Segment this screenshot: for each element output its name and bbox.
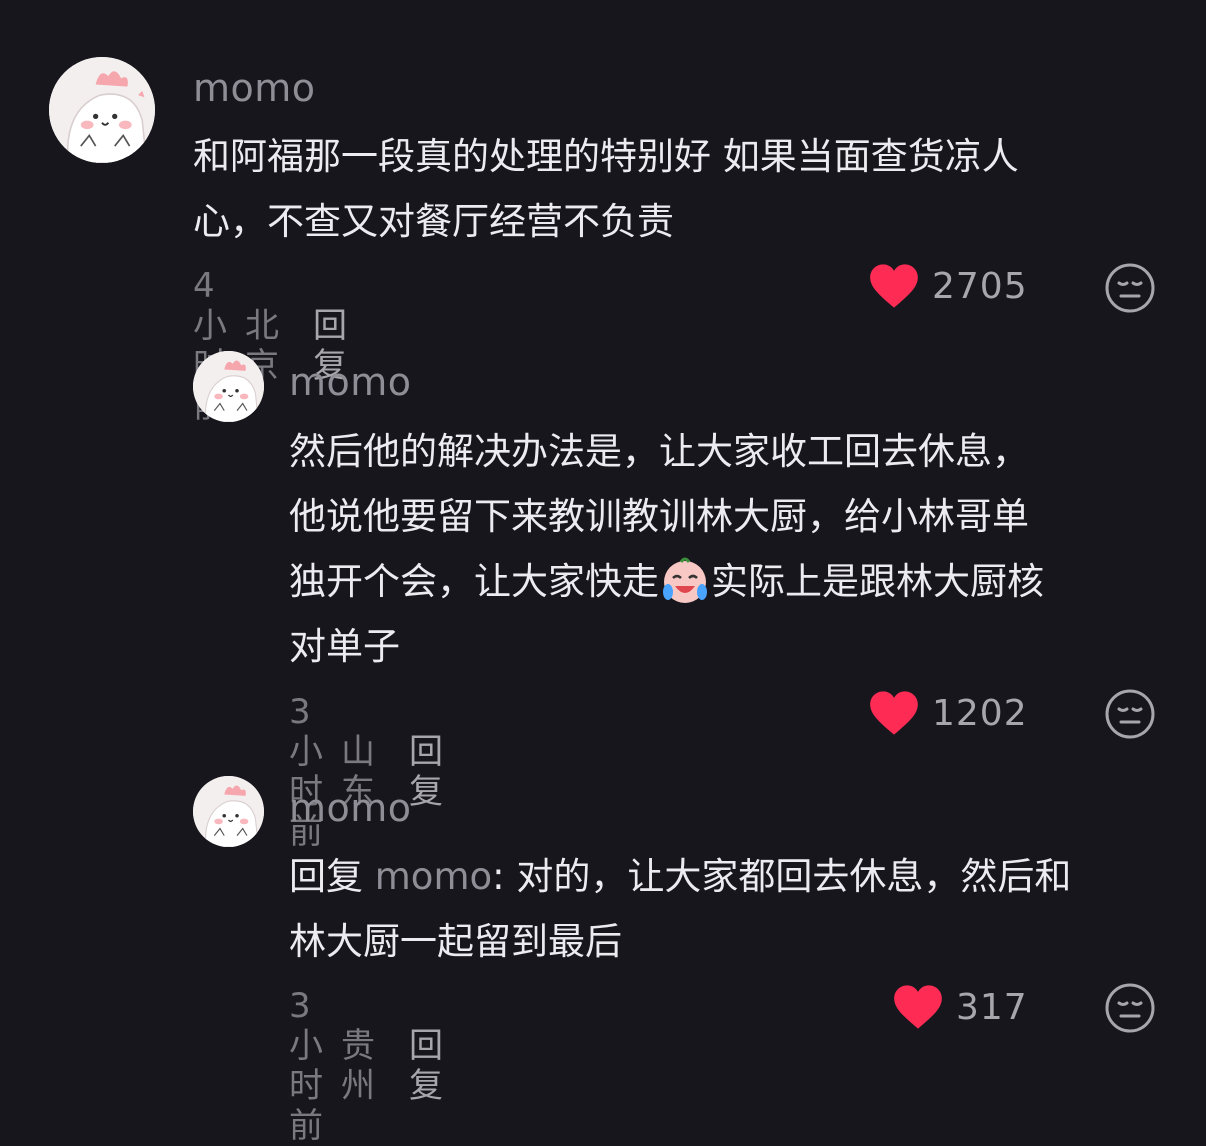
reply-button[interactable]: 回复 <box>409 732 443 812</box>
dislike-face-icon <box>1105 263 1155 313</box>
avatar[interactable] <box>193 351 264 422</box>
avatar-image <box>193 351 264 422</box>
heart-icon <box>894 985 942 1029</box>
crying-laughing-emoji-icon <box>659 554 711 606</box>
reply-prefix: 回复 <box>289 855 375 898</box>
comment-text: 然后他的解决办法是，让大家收工回去休息， 他说他要留下来教训教训林大厨，给小林哥… <box>289 419 1169 679</box>
comment-meta: 3小时前 贵州 回复 <box>289 986 443 1146</box>
like-button[interactable]: 317 <box>892 983 1028 1031</box>
avatar-image <box>49 57 155 163</box>
avatar-image <box>193 776 264 847</box>
username[interactable]: momo <box>193 66 316 110</box>
username[interactable]: momo <box>289 360 412 404</box>
like-button[interactable]: 1202 <box>868 689 1028 737</box>
avatar[interactable] <box>49 57 155 163</box>
timestamp: 3小时前 <box>289 986 323 1146</box>
like-button[interactable]: 2705 <box>868 262 1028 310</box>
reply-button[interactable]: 回复 <box>409 1026 443 1106</box>
username[interactable]: momo <box>289 786 412 830</box>
dislike-button[interactable] <box>1104 982 1156 1038</box>
heart-icon <box>870 691 918 735</box>
dislike-button[interactable] <box>1104 262 1156 318</box>
like-count: 317 <box>956 986 1028 1028</box>
location: 贵州 <box>341 1026 375 1106</box>
comment-text: 回复 momo: 对的，让大家都回去休息，然后和 林大厨一起留到最后 <box>289 844 1169 974</box>
avatar[interactable] <box>193 776 264 847</box>
like-count: 1202 <box>932 692 1028 734</box>
heart-icon <box>870 264 918 308</box>
like-count: 2705 <box>932 265 1028 307</box>
reply-target-username[interactable]: momo <box>375 855 492 898</box>
dislike-face-icon <box>1105 689 1155 739</box>
comment-text: 和阿福那一段真的处理的特别好 如果当面查货凉人 心，不查又对餐厅经营不负责 <box>193 135 1019 243</box>
dislike-button[interactable] <box>1104 688 1156 744</box>
dislike-face-icon <box>1105 983 1155 1033</box>
